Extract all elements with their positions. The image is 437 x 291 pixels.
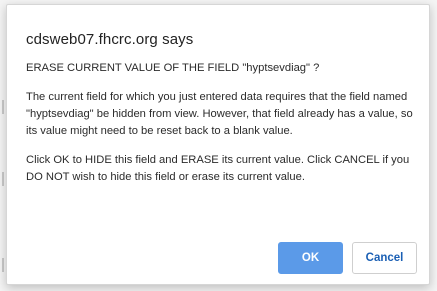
dialog-message: ERASE CURRENT VALUE OF THE FIELD "hyptse… xyxy=(26,60,421,198)
ok-button[interactable]: OK xyxy=(278,242,343,274)
dialog-message-instructions: Click OK to HIDE this field and ERASE it… xyxy=(26,154,410,184)
dialog-button-row: OK Cancel xyxy=(278,242,417,274)
cancel-button[interactable]: Cancel xyxy=(352,242,417,274)
dialog-message-explanation: The current field for which you just ent… xyxy=(26,90,413,138)
dialog-title: cdsweb07.fhcrc.org says xyxy=(26,31,194,48)
background-edge-mark xyxy=(2,172,4,186)
confirm-dialog: cdsweb07.fhcrc.org says ERASE CURRENT VA… xyxy=(6,4,430,285)
background-edge-mark xyxy=(2,258,4,272)
dialog-message-heading: ERASE CURRENT VALUE OF THE FIELD "hyptse… xyxy=(26,62,320,74)
background-edge-mark xyxy=(2,100,4,114)
